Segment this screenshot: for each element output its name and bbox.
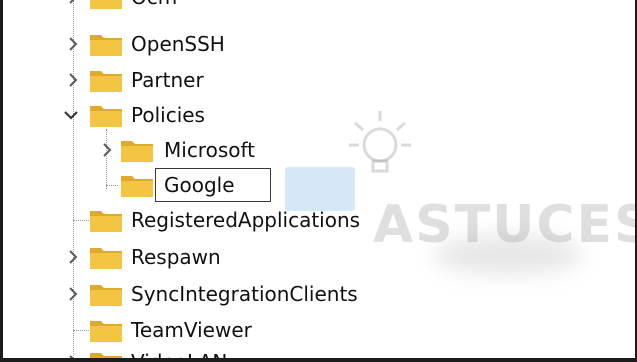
tree-item-partner[interactable]: Partner — [3, 63, 603, 97]
chevron-right-icon[interactable] — [65, 72, 81, 88]
tree-item-label: VideoLAN — [131, 350, 228, 362]
tree-item-microsoft[interactable]: Microsoft — [3, 133, 603, 167]
chevron-right-icon[interactable] — [65, 286, 81, 302]
folder-icon — [90, 35, 122, 56]
tree-item-policies[interactable]: Policies — [3, 98, 603, 132]
chevron-right-icon[interactable] — [65, 249, 81, 265]
tree-item-ocm[interactable]: Ocm — [3, 0, 603, 14]
tree-item-label: SyncIntegrationClients — [131, 282, 358, 306]
folder-icon — [90, 285, 122, 306]
tree-item-teamviewer[interactable]: TeamViewer — [3, 313, 603, 347]
tree-item-label: Ocm — [131, 0, 177, 10]
tree-item-label: Partner — [131, 68, 204, 92]
folder-icon — [90, 353, 122, 358]
tree-item-respawn[interactable]: Respawn — [3, 240, 603, 274]
folder-icon — [90, 0, 122, 9]
tree-item-label: Microsoft — [164, 138, 256, 162]
chevron-right-icon[interactable] — [65, 354, 81, 358]
tree-item-label: RegisteredApplications — [131, 208, 361, 232]
tree-item-label: Respawn — [131, 245, 221, 269]
registry-tree: Ocm OpenSSH Partner — [3, 0, 635, 358]
folder-icon — [121, 141, 153, 162]
folder-open-icon — [90, 106, 122, 127]
tree-item-label: OpenSSH — [131, 32, 225, 56]
folder-icon — [90, 248, 122, 269]
tree-item-videolan[interactable]: VideoLAN — [3, 345, 603, 362]
rename-input[interactable] — [155, 168, 271, 202]
folder-icon — [90, 321, 122, 342]
folder-icon — [90, 211, 122, 232]
registry-tree-panel: Ocm OpenSSH Partner — [0, 0, 637, 362]
tree-item-label: Policies — [131, 103, 205, 127]
chevron-right-icon[interactable] — [65, 36, 81, 52]
chevron-down-icon[interactable] — [63, 107, 79, 123]
folder-icon — [90, 71, 122, 92]
tree-item-registeredapplications[interactable]: RegisteredApplications — [3, 203, 603, 237]
tree-item-openssh[interactable]: OpenSSH — [3, 27, 603, 61]
tree-item-google[interactable] — [3, 168, 603, 202]
chevron-right-icon[interactable] — [99, 142, 115, 158]
tree-item-label: TeamViewer — [131, 318, 252, 342]
tree-item-syncintegrationclients[interactable]: SyncIntegrationClients — [3, 277, 603, 311]
chevron-right-icon[interactable] — [65, 0, 81, 5]
folder-icon — [121, 176, 153, 197]
